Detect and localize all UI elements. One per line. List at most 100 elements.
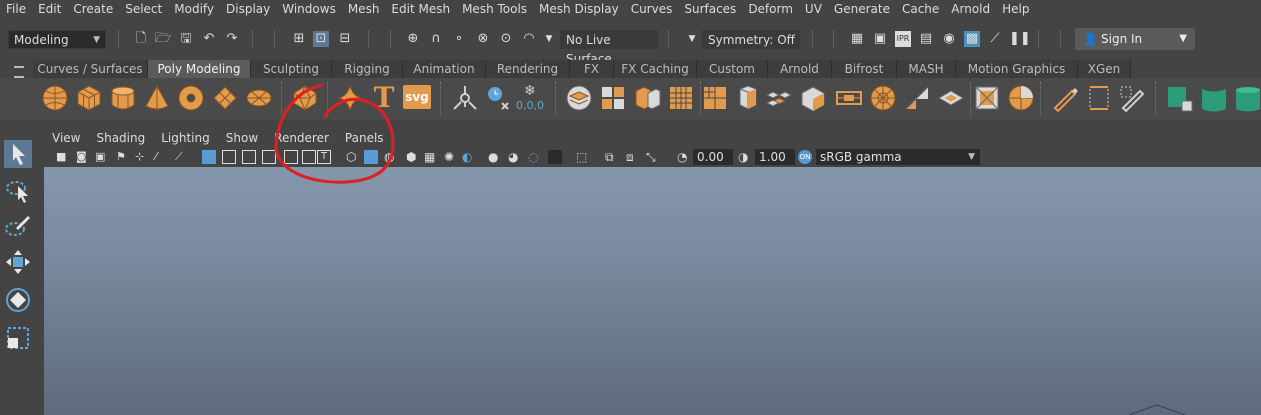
menu-help[interactable]: Help: [996, 0, 1035, 19]
sweep-mesh-icon[interactable]: [450, 83, 480, 113]
mirror-icon[interactable]: [764, 83, 794, 113]
chevron-down-icon[interactable]: ▼: [541, 31, 557, 47]
xray-joints-icon[interactable]: ⧉: [605, 150, 619, 164]
reduce-icon[interactable]: [700, 83, 730, 113]
mode-selector[interactable]: Modeling ▼: [8, 30, 106, 49]
xray-active-components-icon[interactable]: ⧈: [626, 150, 640, 164]
tab-custom[interactable]: Custom: [697, 60, 768, 78]
multisample-aa-icon[interactable]: ◌: [528, 150, 542, 164]
menu-edit[interactable]: Edit: [32, 0, 67, 19]
tab-mash[interactable]: MASH: [897, 60, 956, 78]
uv-planar-icon[interactable]: [1165, 83, 1195, 113]
panel-menu-show[interactable]: Show: [218, 131, 266, 145]
xray-icon[interactable]: ⬢: [406, 150, 420, 164]
menu-arnold[interactable]: Arnold: [945, 0, 996, 19]
menu-mesh-display[interactable]: Mesh Display: [533, 0, 625, 19]
resolution-gate-icon[interactable]: [242, 150, 256, 164]
shelf-menu-icon[interactable]: [14, 66, 24, 78]
backface-culling-icon[interactable]: ⤡: [646, 150, 660, 164]
light-tool-icon[interactable]: ⟋: [987, 31, 1003, 47]
tab-rendering[interactable]: Rendering: [486, 60, 570, 78]
menu-surfaces[interactable]: Surfaces: [678, 0, 742, 19]
select-tool-icon[interactable]: [4, 140, 32, 168]
menu-create[interactable]: Create: [67, 0, 119, 19]
poly-sphere-icon[interactable]: [40, 83, 70, 113]
tab-bifrost[interactable]: Bifrost: [832, 60, 897, 78]
menu-deform[interactable]: Deform: [742, 0, 799, 19]
shadows-icon[interactable]: ◐: [462, 150, 476, 164]
gamma-field[interactable]: 1.00: [755, 149, 795, 165]
pause-icon[interactable]: ❚❚: [1009, 31, 1031, 47]
menu-select[interactable]: Select: [119, 0, 168, 19]
chevron-down-icon[interactable]: ▼: [684, 31, 700, 47]
tab-rigging[interactable]: Rigging: [332, 60, 403, 78]
menu-edit-mesh[interactable]: Edit Mesh: [385, 0, 456, 19]
uv-cylindrical-icon[interactable]: [1199, 83, 1229, 113]
poly-plane-icon[interactable]: [210, 83, 240, 113]
tab-motion-graphics[interactable]: Motion Graphics: [956, 60, 1078, 78]
append-to-polygon-icon[interactable]: [902, 83, 932, 113]
open-scene-icon[interactable]: 🗁: [155, 31, 171, 47]
combine-icon[interactable]: [564, 83, 594, 113]
multi-cut-icon[interactable]: [972, 83, 1002, 113]
rotate-tool-icon[interactable]: [4, 286, 32, 314]
tab-arnold[interactable]: Arnold: [768, 60, 832, 78]
sign-in-button[interactable]: 👤 Sign In ▼: [1075, 28, 1195, 50]
slide-edge-icon[interactable]: [1118, 83, 1148, 113]
image-plane-icon[interactable]: ▣: [95, 150, 109, 164]
select-components-icon[interactable]: ⊟: [337, 31, 353, 47]
poly-cone-icon[interactable]: [142, 83, 172, 113]
smooth-icon[interactable]: [666, 83, 696, 113]
use-all-lights-icon[interactable]: ✺: [444, 150, 458, 164]
textured-icon[interactable]: ▦: [424, 150, 438, 164]
tab-animation[interactable]: Animation: [403, 60, 486, 78]
separate-icon[interactable]: [598, 83, 628, 113]
fill-hole-icon[interactable]: [936, 83, 966, 113]
bridge-icon[interactable]: [732, 83, 762, 113]
render-settings-icon[interactable]: ▤: [918, 31, 934, 47]
poly-cylinder-icon[interactable]: [108, 83, 138, 113]
menu-mesh[interactable]: Mesh: [342, 0, 386, 19]
tab-sculpting[interactable]: Sculpting: [251, 60, 332, 78]
panel-menu-lighting[interactable]: Lighting: [153, 131, 218, 145]
hypershade-icon[interactable]: ◉: [941, 31, 957, 47]
color-space-dropdown[interactable]: sRGB gamma ▼: [816, 149, 980, 165]
gamma-icon[interactable]: ◑: [738, 150, 752, 164]
depth-of-field-icon[interactable]: [548, 150, 562, 164]
poly-modeling-toolkit-icon[interactable]: [484, 83, 514, 113]
svg-tool-icon[interactable]: svg: [403, 85, 431, 109]
paint-select-tool-icon[interactable]: [4, 212, 32, 240]
snap-projected-center-icon[interactable]: ⊗: [475, 31, 491, 47]
camera-attributes-icon[interactable]: ■: [56, 150, 70, 164]
save-scene-icon[interactable]: 🖫: [178, 31, 194, 47]
grease-pencil-tool-icon[interactable]: ⟋: [175, 150, 189, 164]
menu-modify[interactable]: Modify: [168, 0, 220, 19]
symmetry-selector[interactable]: Symmetry: Off: [702, 30, 800, 49]
quad-draw-icon[interactable]: [1050, 83, 1080, 113]
snap-grid-icon[interactable]: ⊕: [405, 31, 421, 47]
isolate-select-icon[interactable]: ⬚: [576, 150, 590, 164]
make-live-icon[interactable]: ◠: [521, 31, 537, 47]
render-view-icon[interactable]: ▦: [849, 31, 865, 47]
extrude-icon[interactable]: [798, 83, 828, 113]
tab-fx-caching[interactable]: FX Caching: [614, 60, 697, 78]
menu-mesh-tools[interactable]: Mesh Tools: [456, 0, 533, 19]
panel-menu-shading[interactable]: Shading: [88, 131, 153, 145]
viewport[interactable]: [44, 167, 1261, 415]
menu-windows[interactable]: Windows: [276, 0, 342, 19]
menu-display[interactable]: Display: [220, 0, 276, 19]
menu-generate[interactable]: Generate: [828, 0, 896, 19]
two-d-pan-zoom-icon[interactable]: ⊹: [135, 150, 149, 164]
ipr-render-icon[interactable]: IPR: [895, 31, 911, 47]
tab-xgen[interactable]: XGen: [1078, 60, 1131, 78]
screen-space-ao-icon[interactable]: ●: [488, 150, 502, 164]
color-management-icon[interactable]: ON: [798, 150, 812, 164]
select-hierarchy-icon[interactable]: ⊞: [291, 31, 307, 47]
snap-point-icon[interactable]: ∘: [451, 31, 467, 47]
circularize-icon[interactable]: [868, 83, 898, 113]
menu-file[interactable]: File: [0, 0, 32, 19]
tab-poly-modeling[interactable]: Poly Modeling: [148, 60, 251, 78]
exposure-icon[interactable]: ◔: [677, 150, 691, 164]
exposure-field[interactable]: 0.00: [693, 149, 733, 165]
poly-cube-icon[interactable]: [74, 83, 104, 113]
